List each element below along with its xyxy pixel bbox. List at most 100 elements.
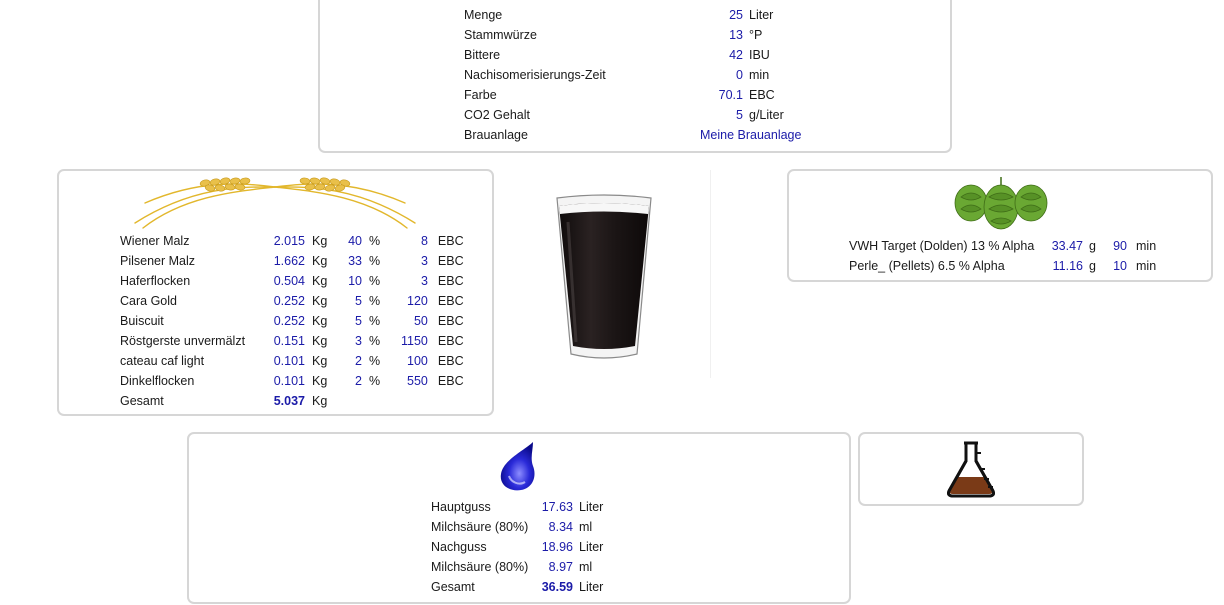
malt-total-label: Gesamt — [120, 394, 164, 408]
malt-row: Cara Gold 0.252 Kg 5% 120 EBC — [120, 291, 464, 311]
malt-percent: 10 — [348, 274, 362, 288]
malt-total-value: 5.037 — [273, 394, 305, 408]
water-total-label: Gesamt — [431, 580, 475, 594]
malt-percent: 5 — [355, 294, 362, 308]
malt-row: Dinkelflocken 0.101 Kg 2% 550 EBC — [120, 371, 464, 391]
malt-row: Buiscuit 0.252 Kg 5% 50 EBC — [120, 311, 464, 331]
malt-ebc: 120 — [407, 294, 428, 308]
hop-amount: 11.16 — [1052, 259, 1083, 273]
malt-ebc-unit: EBC — [437, 314, 464, 328]
malt-ebc-unit: EBC — [437, 234, 464, 248]
hop-time-unit: min — [1136, 259, 1157, 273]
erlenmeyer-flask-icon — [947, 441, 995, 498]
malt-ebc: 8 — [420, 234, 428, 248]
water-unit: Liter — [579, 500, 604, 514]
malt-percent: 3 — [355, 334, 362, 348]
malt-amount: 0.252 — [273, 314, 305, 328]
malt-percent: 33 — [348, 254, 362, 268]
param-unit: Liter — [749, 8, 774, 22]
hop-row: VWH Target (Dolden) 13 % Alpha 33.47 g 90 mi… — [849, 236, 1156, 256]
param-unit: IBU — [749, 48, 770, 62]
recipe-parameters-table: Menge 25 Liter Stammwürze 13 °P Bittere 42 IBU Na… — [464, 5, 801, 145]
beer-glass-icon — [556, 194, 652, 359]
hop-time: 10 — [1113, 259, 1127, 273]
hop-time-unit: min — [1136, 239, 1157, 253]
malt-amount: 0.101 — [273, 354, 305, 368]
malt-ebc-unit: EBC — [437, 274, 464, 288]
malt-amount-unit: Kg — [312, 274, 328, 288]
param-row: Farbe 70.1 EBC — [464, 85, 801, 105]
malt-name: Pilsener Malz — [120, 254, 196, 268]
param-label: Bittere — [464, 48, 501, 62]
malt-percent-unit: % — [369, 374, 381, 388]
water-label: Hauptguss — [431, 500, 491, 514]
param-value: 25 — [729, 8, 743, 22]
param-label: Farbe — [464, 88, 497, 102]
param-row: CO2 Gehalt 5 g/Liter — [464, 105, 801, 125]
malt-ebc-unit: EBC — [437, 354, 464, 368]
water-row: Milchsäure (80%) 8.34 ml — [431, 517, 603, 537]
malt-ebc-unit: EBC — [437, 254, 464, 268]
malt-ebc-unit: EBC — [437, 374, 464, 388]
malt-panel: Wiener Malz 2.015 Kg 40% 8 EBC Pilsener Malz 1.… — [57, 169, 494, 416]
malt-name: Dinkelflocken — [120, 374, 195, 388]
param-row: Bittere 42 IBU — [464, 45, 801, 65]
water-total-row: Gesamt 36.59 Liter — [431, 577, 603, 597]
hops-table: VWH Target (Dolden) 13 % Alpha 33.47 g 90 mi… — [849, 236, 1156, 276]
recipe-parameters-panel: Menge 25 Liter Stammwürze 13 °P Bittere 42 IBU Na… — [318, 0, 952, 153]
hop-time: 90 — [1113, 239, 1127, 253]
malt-total-unit: Kg — [312, 394, 328, 408]
malt-percent: 2 — [355, 374, 362, 388]
water-row: Milchsäure (80%) 8.97 ml — [431, 557, 603, 577]
malt-amount-unit: Kg — [312, 374, 328, 388]
water-unit: ml — [579, 560, 593, 574]
malt-amount: 2.015 — [273, 234, 305, 248]
water-row: Nachguss 18.96 Liter — [431, 537, 603, 557]
water-label: Nachguss — [431, 540, 487, 554]
malt-name: Haferflocken — [120, 274, 191, 288]
malt-percent-unit: % — [369, 254, 381, 268]
water-table: Hauptguss 17.63 Liter Milchsäure (80%) 8.34 m… — [431, 497, 603, 597]
param-unit: g/Liter — [749, 108, 784, 122]
malt-amount-unit: Kg — [312, 334, 328, 348]
water-row: Hauptguss 17.63 Liter — [431, 497, 603, 517]
malt-amount: 1.662 — [273, 254, 305, 268]
param-label: CO2 Gehalt — [464, 108, 531, 122]
hop-amount-unit: g — [1089, 239, 1096, 253]
beer-color-preview — [498, 170, 711, 378]
malt-table: Wiener Malz 2.015 Kg 40% 8 EBC Pilsener Malz 1.… — [120, 231, 464, 411]
malt-percent-unit: % — [369, 334, 381, 348]
param-value: 70.1 — [718, 88, 743, 102]
malt-ebc: 3 — [420, 254, 428, 268]
param-value: 13 — [729, 28, 743, 42]
hop-cones-icon — [954, 177, 1048, 230]
water-drop-icon — [500, 442, 535, 491]
brewery-link[interactable]: Meine Brauanlage — [700, 125, 801, 145]
malt-amount-unit: Kg — [312, 234, 328, 248]
water-value: 17.63 — [541, 500, 573, 514]
water-value: 8.97 — [548, 560, 573, 574]
malt-ebc-unit: EBC — [437, 334, 464, 348]
param-unit: °P — [749, 28, 763, 42]
hop-name: Perle_ (Pellets) 6.5 % Alpha — [849, 259, 1005, 273]
param-label: Nachisomerisierungs-Zeit — [464, 68, 606, 82]
malt-name: Cara Gold — [120, 294, 177, 308]
malt-percent: 2 — [355, 354, 362, 368]
malt-ebc: 550 — [407, 374, 428, 388]
malt-ebc: 50 — [413, 314, 428, 328]
water-value: 18.96 — [541, 540, 573, 554]
malt-row: Pilsener Malz 1.662 Kg 33% 3 EBC — [120, 251, 464, 271]
water-total-value: 36.59 — [541, 580, 573, 594]
malt-ebc: 100 — [407, 354, 428, 368]
brewery-row: Brauanlage Meine Brauanlage — [464, 125, 801, 145]
malt-percent: 40 — [348, 234, 362, 248]
water-label: Milchsäure (80%) — [431, 560, 529, 574]
hop-row: Perle_ (Pellets) 6.5 % Alpha 11.16 g 10 min — [849, 256, 1156, 276]
hop-name: VWH Target (Dolden) 13 % Alpha — [849, 239, 1035, 253]
malt-percent-unit: % — [369, 294, 381, 308]
malt-row: Haferflocken 0.504 Kg 10% 3 EBC — [120, 271, 464, 291]
param-value: 0 — [736, 68, 743, 82]
malt-ebc: 1150 — [401, 334, 428, 348]
water-value: 8.34 — [548, 520, 573, 534]
malt-ebc: 3 — [420, 274, 428, 288]
